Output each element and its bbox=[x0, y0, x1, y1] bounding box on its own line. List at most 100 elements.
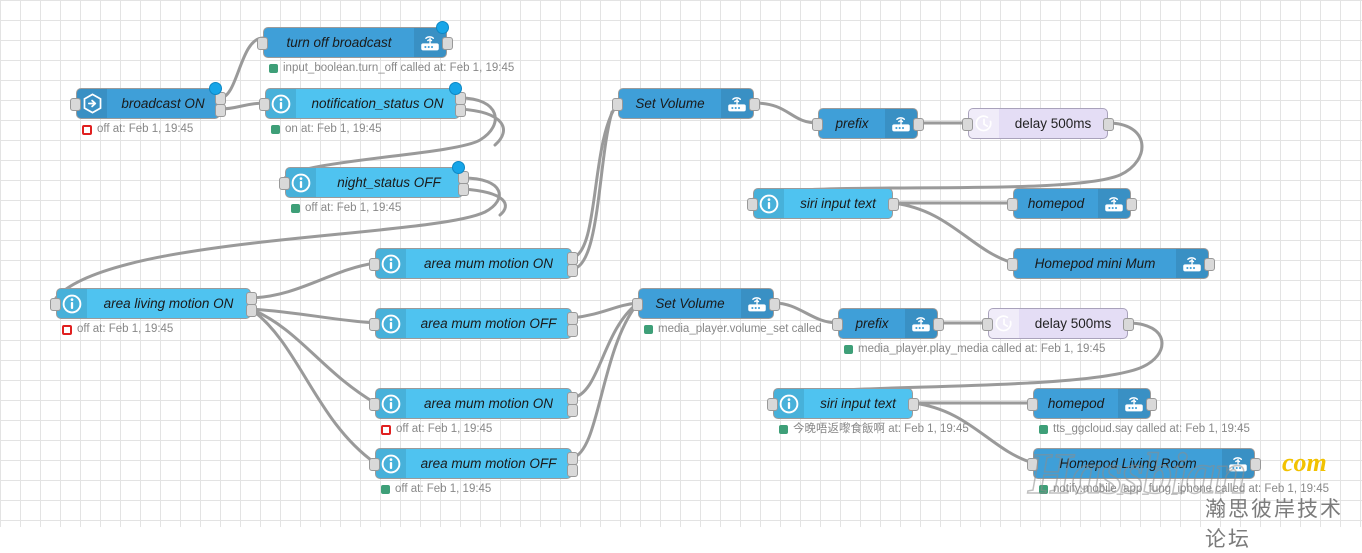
node-body: area living motion ON bbox=[57, 289, 250, 318]
node-input-port[interactable] bbox=[369, 258, 380, 271]
node-input-port[interactable] bbox=[50, 298, 61, 311]
node-input-port[interactable] bbox=[632, 298, 643, 311]
node-input-port[interactable] bbox=[747, 198, 758, 211]
node-output-port[interactable] bbox=[908, 398, 919, 411]
node-broadcast-on[interactable]: broadcast ON bbox=[70, 82, 226, 119]
node-output-port[interactable] bbox=[1123, 318, 1134, 331]
node-input-port[interactable] bbox=[369, 398, 380, 411]
wire[interactable] bbox=[461, 187, 507, 217]
node-input-port[interactable] bbox=[612, 98, 623, 111]
node-night-status-off[interactable]: night_status OFF bbox=[279, 161, 469, 198]
node-output-port[interactable] bbox=[455, 104, 466, 117]
wire[interactable] bbox=[891, 201, 1015, 265]
wire[interactable] bbox=[570, 101, 620, 260]
wire[interactable] bbox=[772, 301, 840, 325]
info-icon bbox=[774, 389, 804, 418]
node-changed-badge bbox=[209, 82, 222, 95]
node-output-port[interactable] bbox=[442, 37, 453, 50]
node-output-port[interactable] bbox=[913, 118, 924, 131]
wire[interactable] bbox=[249, 307, 377, 465]
node-body: broadcast ON bbox=[77, 89, 219, 118]
info-icon bbox=[759, 194, 779, 213]
node-label: notification_status ON bbox=[311, 95, 444, 111]
node-homepod-mini-mum[interactable]: Homepod mini Mum bbox=[1007, 248, 1215, 279]
node-status: tts_ggcloud.say called at: Feb 1, 19:45 bbox=[1039, 423, 1250, 436]
node-siri-input-text-1[interactable]: siri input text bbox=[747, 188, 899, 219]
node-turn-off-broadcast[interactable]: turn off broadcast bbox=[257, 21, 453, 58]
node-notification-status-on[interactable]: notification_status ON bbox=[259, 82, 466, 119]
node-area-living-motion-on[interactable]: area living motion ON bbox=[50, 288, 257, 319]
node-input-port[interactable] bbox=[982, 318, 993, 331]
node-homepod-living-room[interactable]: Homepod Living Room bbox=[1027, 448, 1261, 479]
node-output-port[interactable] bbox=[749, 98, 760, 111]
wire[interactable] bbox=[570, 301, 640, 400]
node-homepod-2[interactable]: homepod bbox=[1027, 388, 1157, 419]
status-text: on at: Feb 1, 19:45 bbox=[285, 123, 382, 135]
node-input-port[interactable] bbox=[962, 118, 973, 131]
node-body: homepod bbox=[1014, 189, 1130, 218]
info-icon bbox=[381, 254, 401, 273]
status-dot-icon bbox=[271, 125, 280, 135]
node-output-port[interactable] bbox=[567, 464, 578, 477]
node-input-port[interactable] bbox=[259, 98, 270, 111]
node-input-port[interactable] bbox=[832, 318, 843, 331]
node-input-port[interactable] bbox=[70, 98, 81, 111]
flow-canvas[interactable]: broadcast ON off at: Feb 1, 19:45 turn off… bbox=[0, 0, 1362, 551]
node-delay-500ms-1[interactable]: delay 500ms bbox=[962, 108, 1114, 139]
node-area-mum-motion-off-2[interactable]: area mum motion OFF bbox=[369, 448, 578, 479]
node-output-port[interactable] bbox=[769, 298, 780, 311]
node-input-port[interactable] bbox=[369, 318, 380, 331]
node-output-port[interactable] bbox=[215, 104, 226, 117]
node-input-port[interactable] bbox=[1007, 258, 1018, 271]
node-area-mum-motion-off-1[interactable]: area mum motion OFF bbox=[369, 308, 578, 339]
node-body: night_status OFF bbox=[286, 168, 462, 197]
node-delay-500ms-2[interactable]: delay 500ms bbox=[982, 308, 1134, 339]
node-input-port[interactable] bbox=[257, 37, 268, 50]
node-output-port[interactable] bbox=[567, 324, 578, 337]
node-input-port[interactable] bbox=[279, 177, 290, 190]
node-set-volume-1[interactable]: Set Volume bbox=[612, 88, 760, 119]
node-output-port[interactable] bbox=[933, 318, 944, 331]
node-output-port[interactable] bbox=[567, 404, 578, 417]
node-output-port[interactable] bbox=[1103, 118, 1114, 131]
wire[interactable] bbox=[458, 107, 505, 147]
node-output-port[interactable] bbox=[458, 183, 469, 196]
node-input-port[interactable] bbox=[1027, 398, 1038, 411]
node-output-port[interactable] bbox=[567, 264, 578, 277]
wire[interactable] bbox=[249, 307, 377, 325]
node-area-mum-motion-on-2[interactable]: area mum motion ON bbox=[369, 388, 578, 419]
node-output-port[interactable] bbox=[1146, 398, 1157, 411]
wire[interactable] bbox=[570, 110, 614, 271]
node-body: homepod bbox=[1034, 389, 1150, 418]
status-text: media_player.play_media called at: Feb 1… bbox=[858, 343, 1106, 355]
node-output-port[interactable] bbox=[1204, 258, 1215, 271]
node-output-port[interactable] bbox=[246, 304, 257, 317]
node-status: media_player.play_media called at: Feb 1… bbox=[844, 343, 1106, 356]
wire[interactable] bbox=[570, 301, 640, 320]
node-input-port[interactable] bbox=[1027, 458, 1038, 471]
node-set-volume-2[interactable]: Set Volume bbox=[632, 288, 780, 319]
node-status: off at: Feb 1, 19:45 bbox=[82, 123, 193, 136]
node-label: area mum motion OFF bbox=[420, 315, 557, 331]
hexagon-arrow-icon bbox=[77, 89, 107, 118]
wire[interactable] bbox=[752, 101, 820, 125]
node-body: Homepod mini Mum bbox=[1014, 249, 1208, 278]
node-output-port[interactable] bbox=[1126, 198, 1137, 211]
node-homepod-1[interactable]: homepod bbox=[1007, 188, 1137, 219]
node-output-port[interactable] bbox=[1250, 458, 1261, 471]
node-siri-input-text-2[interactable]: siri input text bbox=[767, 388, 919, 419]
node-input-port[interactable] bbox=[1007, 198, 1018, 211]
node-input-port[interactable] bbox=[767, 398, 778, 411]
node-output-port[interactable] bbox=[888, 198, 899, 211]
node-input-port[interactable] bbox=[369, 458, 380, 471]
node-prefix-1[interactable]: prefix bbox=[812, 108, 924, 139]
wire[interactable] bbox=[249, 261, 377, 300]
node-prefix-2[interactable]: prefix bbox=[832, 308, 944, 339]
info-icon bbox=[381, 394, 401, 413]
status-dot-icon bbox=[644, 325, 653, 335]
node-input-port[interactable] bbox=[812, 118, 823, 131]
node-status: off at: Feb 1, 19:45 bbox=[62, 323, 173, 336]
wire[interactable] bbox=[249, 307, 377, 405]
wire[interactable] bbox=[570, 301, 640, 460]
node-area-mum-motion-on-1[interactable]: area mum motion ON bbox=[369, 248, 578, 279]
